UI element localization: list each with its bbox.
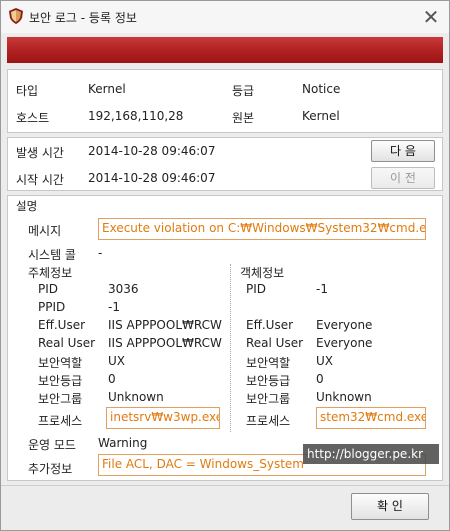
subject-ppid-label: PPID: [38, 300, 66, 314]
host-label: 호스트: [16, 111, 50, 125]
time-panel: 발생 시간 2014-10-28 09:46:07 시작 시간 2014-10-…: [7, 137, 443, 191]
subject-realuser-value: IIS APPPOOL₩RCW: [108, 336, 222, 350]
prev-button[interactable]: 이 전: [371, 167, 435, 189]
subject-effuser-label: Eff.User: [38, 318, 86, 332]
start-time-label: 시작 시간: [16, 173, 64, 187]
subject-pid-label: PID: [38, 282, 59, 296]
grade-value: Notice: [302, 82, 341, 96]
object-group-value: Unknown: [316, 390, 372, 404]
shield-icon: [9, 8, 23, 24]
description-panel: 설명 메시지 Execute violation on C:₩Windows₩S…: [7, 195, 443, 481]
next-button[interactable]: 다 음: [371, 140, 435, 162]
watermark: http://blogger.pe.kr: [303, 444, 439, 464]
subject-pid-value: 3036: [108, 282, 139, 296]
mode-value: Warning: [98, 436, 148, 450]
occur-time-value: 2014-10-28 09:46:07: [88, 144, 216, 158]
object-group-label: 보안그룹: [246, 392, 291, 406]
type-label: 타입: [16, 84, 39, 98]
mode-label: 운영 모드: [28, 438, 76, 452]
object-effuser-label: Eff.User: [246, 318, 294, 332]
description-section-label: 설명: [16, 199, 38, 213]
subject-role-label: 보안역할: [38, 356, 83, 370]
object-effuser-value: Everyone: [316, 318, 373, 332]
syscall-label: 시스템 콜: [28, 248, 76, 262]
object-pid-label: PID: [246, 282, 267, 296]
subject-group-label: 보안그룹: [38, 392, 83, 406]
occur-time-label: 발생 시간: [16, 146, 64, 160]
object-header: 객체정보: [240, 266, 285, 280]
object-role-label: 보안역할: [246, 356, 291, 370]
type-value: Kernel: [88, 82, 126, 96]
subject-group-value: Unknown: [108, 390, 164, 404]
subject-ppid-value: -1: [108, 300, 120, 314]
grade-label: 등급: [232, 84, 255, 98]
subject-role-value: UX: [108, 354, 126, 368]
subject-effuser-value: IIS APPPOOL₩RCW: [108, 318, 222, 332]
message-label: 메시지: [28, 224, 62, 238]
subject-level-label: 보안등급: [38, 374, 83, 388]
section-divider: [230, 264, 231, 432]
object-process-field[interactable]: stem32₩cmd.exe: [316, 407, 426, 429]
header-banner: [7, 37, 443, 63]
info-panel: 타입 Kernel 등급 Notice 호스트 192,168,110,28 원…: [7, 69, 443, 133]
properties-window: 보안 로그 - 등록 정보 ✕ 타입 Kernel 등급 Notice 호스트 …: [0, 0, 450, 531]
object-level-value: 0: [316, 372, 324, 386]
subject-header: 주체정보: [28, 266, 73, 280]
window-title: 보안 로그 - 등록 정보: [29, 11, 137, 25]
ok-button[interactable]: 확 인: [351, 493, 429, 520]
extra-info-label: 추가정보: [28, 462, 73, 476]
message-field[interactable]: Execute violation on C:₩Windows₩System32…: [98, 218, 426, 240]
subject-realuser-label: Real User: [38, 336, 96, 350]
object-level-label: 보안등급: [246, 374, 291, 388]
syscall-value: -: [98, 246, 103, 260]
close-icon[interactable]: ✕: [419, 5, 443, 29]
host-value: 192,168,110,28: [88, 109, 184, 123]
subject-process-label: 프로세스: [38, 414, 83, 428]
subject-process-field[interactable]: inetsrv₩w3wp.exe: [106, 407, 220, 429]
source-value: Kernel: [302, 109, 340, 123]
object-realuser-value: Everyone: [316, 336, 373, 350]
object-realuser-label: Real User: [246, 336, 304, 350]
object-role-value: UX: [316, 354, 334, 368]
start-time-value: 2014-10-28 09:46:07: [88, 171, 216, 185]
source-label: 원본: [232, 111, 255, 125]
object-pid-value: -1: [316, 282, 328, 296]
object-process-label: 프로세스: [246, 414, 291, 428]
footer-divider: [1, 485, 449, 486]
subject-level-value: 0: [108, 372, 116, 386]
title-bar[interactable]: 보안 로그 - 등록 정보 ✕: [1, 1, 449, 33]
